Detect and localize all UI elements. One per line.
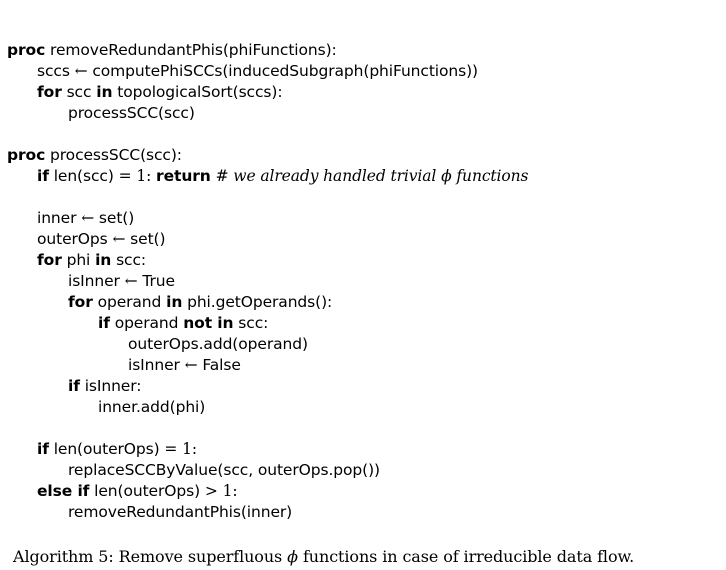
- algo-line-20: removeRedundantPhis(inner): [7, 502, 722, 523]
- loop-var: operand: [97, 293, 162, 311]
- assign-lhs: isInner: [128, 356, 180, 374]
- algo-line-18: replaceSCCByValue(scc, outerOps.pop()): [7, 460, 722, 481]
- assign-lhs: isInner: [68, 272, 120, 290]
- keyword-not-in: not in: [183, 314, 234, 332]
- loop-var: scc: [66, 83, 92, 101]
- algo-line-5: proc processSCC(scc):: [7, 145, 722, 166]
- proc-signature: removeRedundantPhis(phiFunctions):: [50, 41, 337, 59]
- keyword-return: return: [156, 167, 211, 185]
- condition: len(outerOps): [94, 482, 201, 500]
- loop-iterable: scc:: [116, 251, 147, 269]
- proc-signature: processSCC(scc):: [50, 146, 182, 164]
- algo-line-15: if isInner:: [7, 376, 722, 397]
- keyword-proc: proc: [7, 146, 46, 164]
- algo-line-6: if len(scc) = 1: return # we already han…: [7, 166, 722, 187]
- keyword-in: in: [95, 251, 112, 269]
- algo-line-7: inner ← set(): [7, 208, 722, 229]
- loop-iterable: phi.getOperands():: [187, 293, 333, 311]
- keyword-proc: proc: [7, 41, 46, 59]
- algo-line-19: else if len(outerOps) > 1:: [7, 481, 722, 502]
- algorithm-block: proc removeRedundantPhis(phiFunctions): …: [7, 40, 722, 523]
- keyword-for: for: [37, 251, 62, 269]
- assign-rhs: set(): [98, 209, 135, 227]
- keyword-if: if: [37, 440, 49, 458]
- condition: len(outerOps): [53, 440, 160, 458]
- keyword-in: in: [96, 83, 113, 101]
- algo-line-2: sccs ← computePhiSCCs(inducedSubgraph(ph…: [7, 61, 722, 82]
- algo-line-13: outerOps.add(operand): [7, 334, 722, 355]
- caption-phi-symbol: ϕ: [287, 547, 298, 566]
- assign-arrow: ←: [124, 272, 138, 290]
- algo-line-16: inner.add(phi): [7, 397, 722, 418]
- call-statement: removeRedundantPhis(inner): [68, 503, 293, 521]
- algo-line-9: for phi in scc:: [7, 250, 722, 271]
- condition: len(scc): [53, 167, 114, 185]
- algo-line-1: proc removeRedundantPhis(phiFunctions):: [7, 40, 722, 61]
- loop-iterable: topologicalSort(sccs):: [117, 83, 283, 101]
- comment-text-2: functions: [456, 167, 529, 185]
- algo-line-12: if operand not in scc:: [7, 313, 722, 334]
- condition-rest: scc:: [238, 314, 269, 332]
- algo-line-17: if len(outerOps) = 1:: [7, 439, 722, 460]
- assign-arrow: ←: [74, 62, 88, 80]
- assign-arrow: ←: [112, 230, 126, 248]
- call-statement: replaceSCCByValue(scc, outerOps.pop()): [68, 461, 380, 479]
- assign-rhs: True: [142, 272, 175, 290]
- number: 1: [136, 167, 147, 185]
- assign-arrow: ←: [184, 356, 198, 374]
- comment-text: we already handled trivial: [233, 167, 437, 185]
- colon: :: [191, 440, 197, 458]
- caption-prefix: Algorithm 5: Remove superfluous: [13, 547, 283, 566]
- keyword-in: in: [166, 293, 183, 311]
- colon: :: [146, 167, 152, 185]
- operator: =: [164, 440, 178, 458]
- call-statement: outerOps.add(operand): [128, 335, 308, 353]
- algo-line-11: for operand in phi.getOperands():: [7, 292, 722, 313]
- keyword-for: for: [37, 83, 62, 101]
- operator: =: [118, 167, 132, 185]
- condition: isInner:: [84, 377, 142, 395]
- number: 1: [182, 440, 192, 458]
- call-statement: inner.add(phi): [98, 398, 206, 416]
- call-statement: processSCC(scc): [68, 104, 195, 122]
- assign-rhs: computePhiSCCs(inducedSubgraph(phiFuncti…: [92, 62, 478, 80]
- keyword-else-if: else if: [37, 482, 90, 500]
- algo-line-4: processSCC(scc): [7, 103, 722, 124]
- algo-line-3: for scc in topologicalSort(sccs):: [7, 82, 722, 103]
- assign-lhs: outerOps: [37, 230, 108, 248]
- operator: >: [204, 482, 218, 500]
- assign-lhs: sccs: [37, 62, 70, 80]
- loop-var: phi: [66, 251, 91, 269]
- algo-line-10: isInner ← True: [7, 271, 722, 292]
- phi-symbol: ϕ: [441, 167, 452, 185]
- keyword-if: if: [37, 167, 49, 185]
- algorithm-caption: Algorithm 5: Remove superfluous ϕ functi…: [13, 547, 634, 567]
- algo-line-14: isInner ← False: [7, 355, 722, 376]
- assign-rhs: False: [202, 356, 241, 374]
- keyword-for: for: [68, 293, 93, 311]
- algo-line-8: outerOps ← set(): [7, 229, 722, 250]
- comment-hash: #: [215, 167, 229, 185]
- keyword-if: if: [68, 377, 80, 395]
- colon: :: [232, 482, 238, 500]
- caption-suffix: functions in case of irreducible data fl…: [302, 547, 635, 566]
- assign-arrow: ←: [81, 209, 95, 227]
- assign-lhs: inner: [37, 209, 77, 227]
- assign-rhs: set(): [130, 230, 166, 248]
- number: 1: [222, 482, 233, 500]
- condition-var: operand: [114, 314, 179, 332]
- keyword-if: if: [98, 314, 110, 332]
